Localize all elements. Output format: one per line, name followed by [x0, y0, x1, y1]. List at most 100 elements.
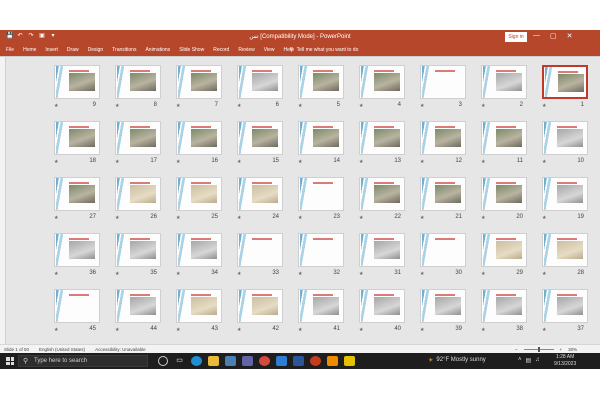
tell-me-box[interactable]: ⚲ Tell me what you want to do: [290, 47, 358, 53]
store-icon[interactable]: [276, 356, 287, 366]
chevron-up-icon[interactable]: ˄: [518, 357, 522, 364]
slide-thumbnail[interactable]: [359, 233, 405, 267]
transition-star-icon[interactable]: ★: [176, 271, 180, 277]
transition-star-icon[interactable]: ★: [481, 327, 485, 333]
ribbon-tab-review[interactable]: Review: [238, 47, 254, 53]
slide-thumbnail[interactable]: [542, 289, 588, 323]
clock[interactable]: 1:28 AM 9/13/2023: [554, 354, 576, 368]
weather-widget[interactable]: ☀ 92°F Mostly sunny: [428, 357, 486, 364]
ribbon-tab-home[interactable]: Home: [23, 47, 36, 53]
slide-thumbnail[interactable]: [481, 65, 527, 99]
slide-thumbnail[interactable]: [54, 177, 100, 211]
transition-star-icon[interactable]: ★: [298, 103, 302, 109]
slide-thumbnail[interactable]: [359, 121, 405, 155]
word-icon[interactable]: [293, 356, 304, 366]
sign-in-button[interactable]: Sign in: [505, 32, 527, 42]
slide-thumbnail[interactable]: [176, 233, 222, 267]
slide-thumbnail[interactable]: [298, 233, 344, 267]
slide-thumbnail[interactable]: [420, 65, 466, 99]
ribbon-tab-transitions[interactable]: Transitions: [112, 47, 136, 53]
teams-icon[interactable]: [242, 356, 253, 366]
transition-star-icon[interactable]: ★: [298, 271, 302, 277]
close-button[interactable]: ✕: [567, 32, 573, 40]
slide-thumbnail[interactable]: [298, 121, 344, 155]
zoom-out-icon[interactable]: –: [515, 347, 518, 352]
slide-thumbnail[interactable]: [420, 177, 466, 211]
language-indicator[interactable]: English (United States): [39, 347, 85, 352]
taskbar-search-box[interactable]: ⚲ Type here to search: [18, 355, 148, 367]
transition-star-icon[interactable]: ★: [298, 159, 302, 165]
slide-thumbnail[interactable]: [115, 233, 161, 267]
transition-star-icon[interactable]: ★: [54, 103, 58, 109]
ribbon-tab-record[interactable]: Record: [213, 47, 229, 53]
transition-star-icon[interactable]: ★: [359, 103, 363, 109]
slide-thumbnail[interactable]: [420, 121, 466, 155]
transition-star-icon[interactable]: ★: [237, 271, 241, 277]
transition-star-icon[interactable]: ★: [542, 327, 546, 333]
transition-star-icon[interactable]: ★: [54, 159, 58, 165]
transition-star-icon[interactable]: ★: [176, 103, 180, 109]
slide-thumbnail[interactable]: [176, 177, 222, 211]
ribbon-tab-design[interactable]: Design: [88, 47, 104, 53]
slide-thumbnail[interactable]: [115, 177, 161, 211]
transition-star-icon[interactable]: ★: [237, 103, 241, 109]
slide-thumbnail[interactable]: [359, 177, 405, 211]
transition-star-icon[interactable]: ★: [481, 271, 485, 277]
slide-thumbnail[interactable]: [481, 289, 527, 323]
powerpoint-icon[interactable]: [310, 356, 321, 366]
zoom-level[interactable]: 30%: [568, 347, 577, 352]
file-explorer-icon[interactable]: [208, 356, 219, 366]
task-view-icon[interactable]: ▭: [174, 356, 185, 366]
network-icon[interactable]: ▤: [526, 357, 532, 364]
photos-icon[interactable]: [225, 356, 236, 366]
transition-star-icon[interactable]: ★: [359, 159, 363, 165]
cortana-icon[interactable]: [158, 356, 168, 366]
transition-star-icon[interactable]: ★: [542, 159, 546, 165]
transition-star-icon[interactable]: ★: [481, 159, 485, 165]
slide-thumbnail[interactable]: [298, 65, 344, 99]
maximize-button[interactable]: ▢: [550, 32, 557, 40]
transition-star-icon[interactable]: ★: [115, 271, 119, 277]
ribbon-tab-insert[interactable]: Insert: [45, 47, 58, 53]
slide-thumbnail[interactable]: [237, 289, 283, 323]
transition-star-icon[interactable]: ★: [359, 271, 363, 277]
transition-star-icon[interactable]: ★: [176, 215, 180, 221]
slide-thumbnail[interactable]: [420, 289, 466, 323]
transition-star-icon[interactable]: ★: [54, 271, 58, 277]
slide-thumbnail[interactable]: [176, 121, 222, 155]
slide-thumbnail[interactable]: [237, 65, 283, 99]
slide-thumbnail[interactable]: [237, 177, 283, 211]
slide-thumbnail[interactable]: [54, 65, 100, 99]
transition-star-icon[interactable]: ★: [359, 327, 363, 333]
slide-thumbnail[interactable]: [237, 121, 283, 155]
slide-thumbnail[interactable]: [54, 121, 100, 155]
ribbon-tab-file[interactable]: File: [6, 47, 14, 53]
windows-start-icon[interactable]: [6, 357, 14, 365]
transition-star-icon[interactable]: ★: [237, 159, 241, 165]
transition-star-icon[interactable]: ★: [237, 327, 241, 333]
ribbon-tab-view[interactable]: View: [264, 47, 275, 53]
transition-star-icon[interactable]: ★: [542, 215, 546, 221]
transition-star-icon[interactable]: ★: [359, 215, 363, 221]
transition-star-icon[interactable]: ★: [481, 215, 485, 221]
slide-thumbnail[interactable]: [481, 177, 527, 211]
transition-star-icon[interactable]: ★: [115, 215, 119, 221]
ribbon-tab-slide-show[interactable]: Slide Show: [179, 47, 204, 53]
minimize-button[interactable]: —: [533, 32, 540, 40]
vlc-icon[interactable]: [327, 356, 338, 366]
transition-star-icon[interactable]: ★: [54, 327, 58, 333]
transition-star-icon[interactable]: ★: [298, 327, 302, 333]
slide-thumbnail[interactable]: [54, 233, 100, 267]
transition-star-icon[interactable]: ★: [420, 327, 424, 333]
slide-thumbnail[interactable]: [54, 289, 100, 323]
transition-star-icon[interactable]: ★: [298, 215, 302, 221]
ribbon-tab-draw[interactable]: Draw: [67, 47, 79, 53]
volume-icon[interactable]: ♫: [535, 357, 540, 364]
slide-thumbnail[interactable]: [115, 289, 161, 323]
slide-thumbnail[interactable]: [481, 121, 527, 155]
ribbon-tab-animations[interactable]: Animations: [145, 47, 170, 53]
slide-thumbnail[interactable]: [115, 121, 161, 155]
edge-icon[interactable]: [191, 356, 202, 366]
vertical-scrollbar[interactable]: [0, 57, 6, 345]
slide-thumbnail[interactable]: [176, 289, 222, 323]
